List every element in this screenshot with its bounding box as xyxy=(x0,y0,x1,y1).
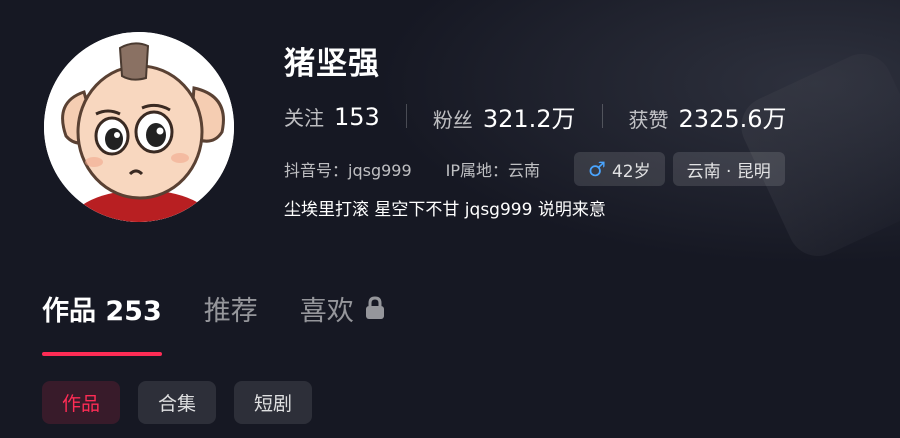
followers-count: 321.2万 xyxy=(482,104,576,133)
stat-divider xyxy=(405,104,407,128)
chip-short-dramas[interactable]: 短剧 xyxy=(234,381,313,424)
profile-stats: 关注 153 粉丝 321.2万 获赞 2325.6万 xyxy=(284,96,787,136)
chip-works[interactable]: 作品 xyxy=(42,381,121,424)
nickname: 猪坚强 xyxy=(284,46,380,82)
profile-tabs: 作品 253 推荐 喜欢 xyxy=(42,290,386,356)
works-filter-chips: 作品 合集 短剧 xyxy=(42,381,313,424)
lock-icon xyxy=(364,290,386,334)
douyin-id[interactable]: 抖音号：jqsg999 xyxy=(284,157,412,181)
gender-age-tag: ♂ 42岁 xyxy=(574,152,665,186)
tab-works[interactable]: 作品 253 xyxy=(42,290,162,356)
tab-recommend-label: 推荐 xyxy=(203,296,258,327)
profile-meta-row: 抖音号：jqsg999 IP属地：云南 ♂ 42岁 云南 · 昆明 xyxy=(284,152,785,186)
avatar[interactable] xyxy=(44,32,234,222)
profile-bio: 尘埃里打滚 星空下不甘 jqsg999 说明来意 xyxy=(284,200,606,220)
tab-recommend[interactable]: 推荐 xyxy=(204,290,258,334)
chip-collections[interactable]: 合集 xyxy=(138,381,217,424)
following-stat[interactable]: 关注 153 xyxy=(284,102,380,131)
stat-divider xyxy=(601,104,603,128)
following-label: 关注 xyxy=(284,105,324,130)
age-label: 42岁 xyxy=(611,161,651,182)
tab-works-label: 作品 253 xyxy=(42,296,162,327)
likes-count: 2325.6万 xyxy=(678,104,787,133)
active-tab-indicator xyxy=(42,352,162,356)
likes-stat: 获赞 2325.6万 xyxy=(629,99,787,134)
following-count: 153 xyxy=(334,102,380,131)
avatar-cartoon-pig-image xyxy=(44,32,234,222)
followers-stat[interactable]: 粉丝 321.2万 xyxy=(433,99,576,134)
tab-likes-label: 喜欢 xyxy=(299,296,354,327)
likes-label: 获赞 xyxy=(628,107,669,132)
male-icon: ♂ xyxy=(588,157,606,181)
followers-label: 粉丝 xyxy=(432,107,473,132)
location-tag: 云南 · 昆明 xyxy=(672,152,785,186)
header-background-glow xyxy=(340,0,900,280)
tab-likes[interactable]: 喜欢 xyxy=(300,290,386,334)
ip-location: IP属地：云南 xyxy=(445,161,541,180)
